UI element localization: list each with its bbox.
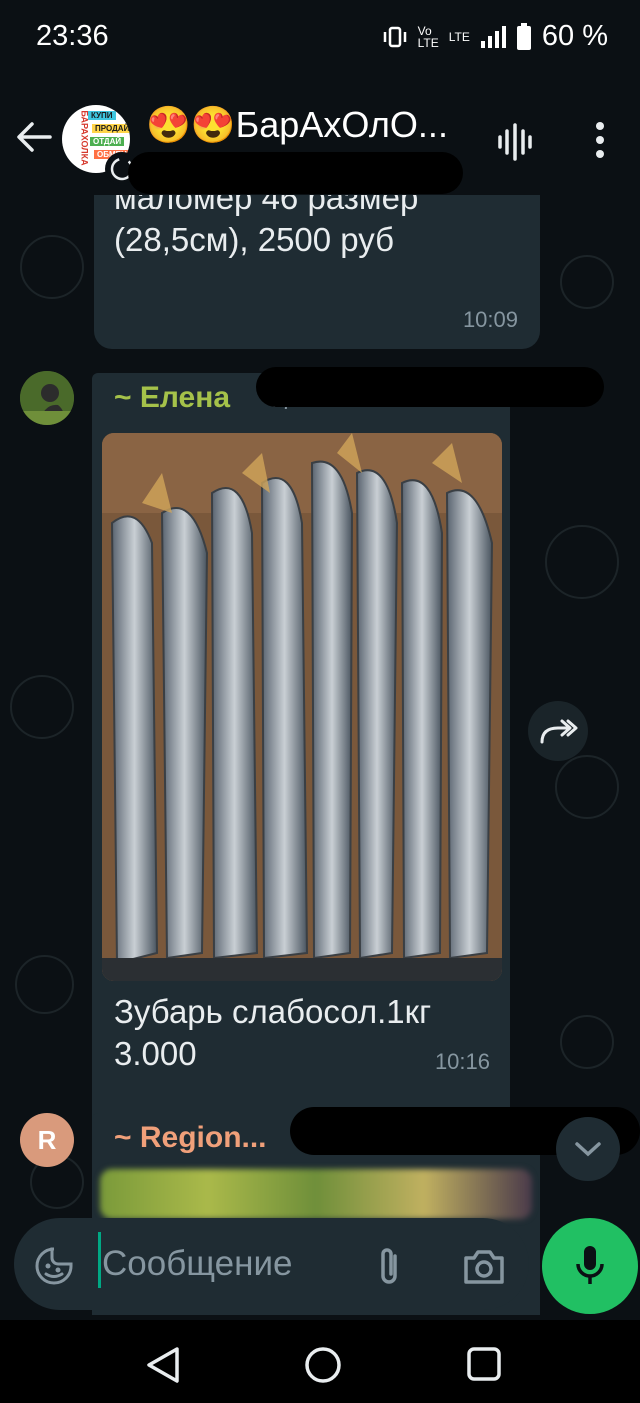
- photo-caption-line: 3.000: [114, 1035, 197, 1072]
- message-composer: Сообщение: [0, 1210, 640, 1320]
- wallpaper-doodle: [560, 1015, 614, 1069]
- voice-call-icon[interactable]: [495, 122, 535, 162]
- wallpaper-doodle: [15, 955, 74, 1014]
- avatar[interactable]: [20, 371, 74, 425]
- volte-indicator: Vo LTE: [417, 23, 439, 50]
- battery-percent: 60 %: [541, 20, 608, 52]
- message-text-line: (28,5см), 2500 руб: [114, 221, 395, 258]
- wallpaper-doodle: [20, 235, 84, 299]
- avatar-tag-give: ОТДАЙ: [90, 137, 125, 146]
- fish-photo: [102, 433, 502, 981]
- lte-indicator: LTE: [448, 29, 470, 44]
- sender-name[interactable]: ~ Елена: [114, 381, 230, 415]
- scroll-down-button[interactable]: [556, 1117, 620, 1181]
- avatar-photo: [20, 371, 74, 425]
- avatar-side-text: БАРАХОЛКА: [79, 110, 90, 166]
- wallpaper-doodle: [555, 755, 619, 819]
- square-recent-icon[interactable]: [466, 1346, 502, 1382]
- forward-button[interactable]: [528, 701, 588, 761]
- sender-name[interactable]: ~ Region...: [114, 1121, 267, 1155]
- more-vert-icon[interactable]: [590, 120, 610, 160]
- chevron-down-icon: [575, 1142, 601, 1157]
- sticker-icon[interactable]: [34, 1246, 74, 1286]
- message-photo[interactable]: [102, 433, 502, 981]
- wallpaper-doodle: [10, 675, 74, 739]
- camera-icon[interactable]: [462, 1246, 506, 1286]
- circle-home-icon[interactable]: [304, 1346, 342, 1384]
- message-bubble[interactable]: маломер 46 размер (28,5см), 2500 руб 10:…: [94, 195, 540, 349]
- redaction-mark: [128, 152, 463, 194]
- wallpaper-doodle: [545, 525, 619, 599]
- arrow-left-icon[interactable]: [16, 120, 52, 154]
- chat-title[interactable]: 😍😍БарАхОлО...: [146, 104, 448, 146]
- avatar-tag-sell: ПРОДАЙ: [92, 124, 130, 133]
- wallpaper-doodle: [560, 255, 614, 309]
- message-placeholder: Сообщение: [102, 1244, 293, 1283]
- redaction-mark: [256, 367, 604, 407]
- vibrate-icon: [383, 26, 406, 47]
- message-time: 10:09: [462, 307, 518, 332]
- photo-caption-line: Зубарь слабосол.1кг: [114, 993, 432, 1030]
- mic-button[interactable]: [542, 1218, 638, 1314]
- system-nav-bar: [0, 1320, 640, 1403]
- forward-icon: [540, 719, 578, 744]
- signal-icon: [480, 25, 506, 48]
- chat-header: КУПИ ПРОДАЙ ОТДАЙ ОБМЕН БАРАХОЛКА 😍😍БарА…: [0, 80, 640, 195]
- battery-icon: [516, 22, 531, 50]
- chat-area[interactable]: маломер 46 размер (28,5см), 2500 руб 10:…: [0, 195, 640, 1315]
- avatar-tag-buy: КУПИ: [88, 111, 116, 120]
- avatar[interactable]: R: [20, 1113, 74, 1167]
- status-icons: Vo LTE LTE 60 %: [382, 20, 608, 53]
- mic-icon: [576, 1246, 604, 1284]
- triangle-back-icon[interactable]: [145, 1346, 181, 1384]
- status-time: 23:36: [36, 20, 109, 52]
- text-cursor: [98, 1232, 101, 1288]
- paperclip-icon[interactable]: [374, 1244, 404, 1288]
- message-text-line: маломер 46 размер: [114, 195, 419, 216]
- status-bar: 23:36 Vo LTE LTE 60 %: [0, 0, 640, 80]
- message-time: 10:16: [434, 1049, 490, 1074]
